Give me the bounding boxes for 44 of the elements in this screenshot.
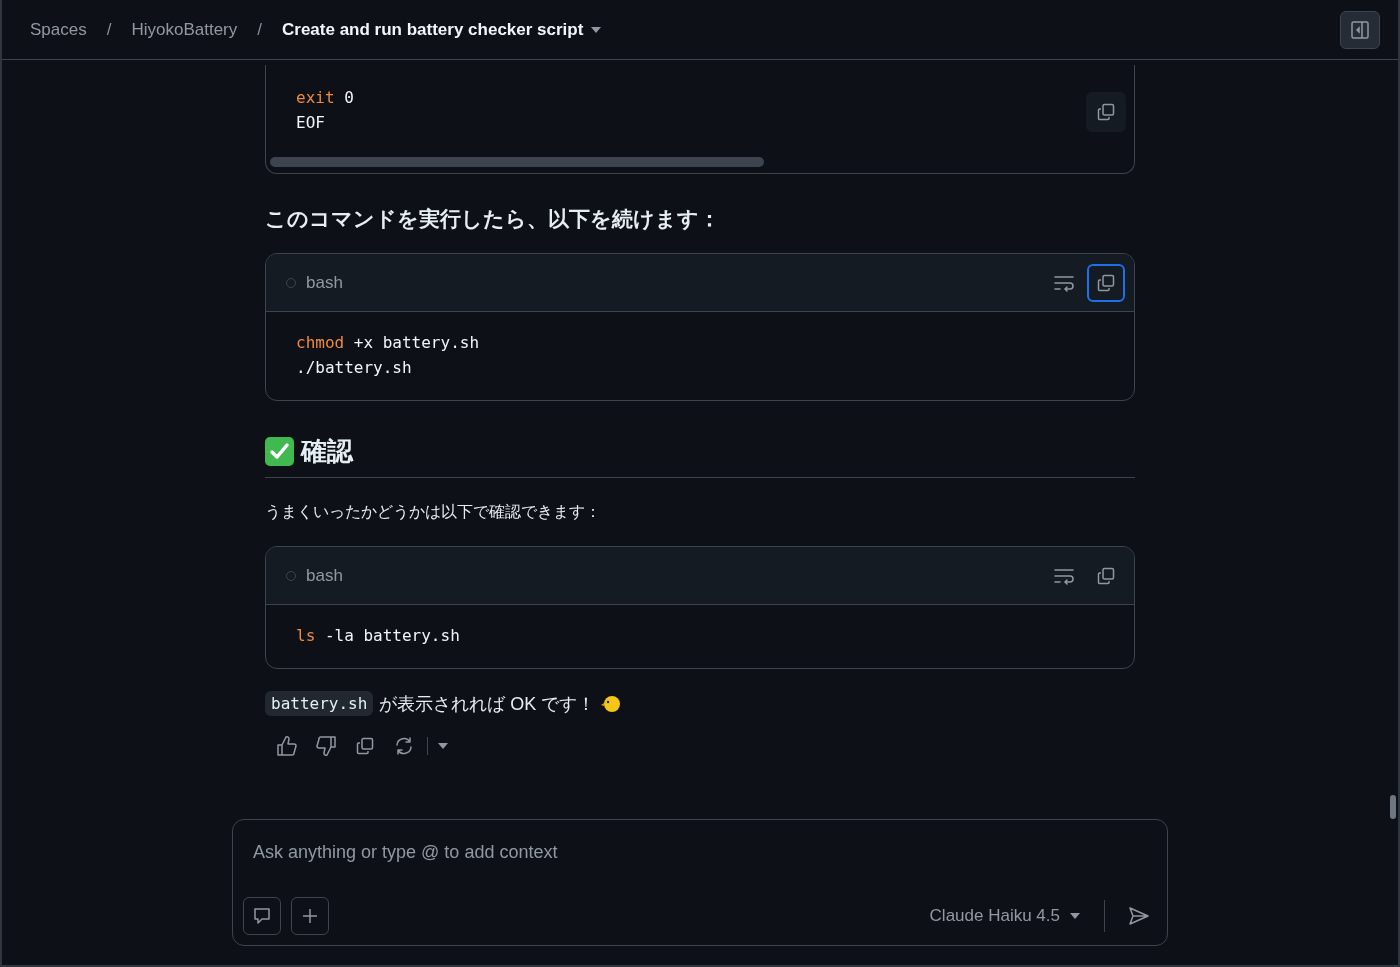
wrap-icon bbox=[1053, 273, 1075, 292]
thumbs-up-icon bbox=[276, 735, 298, 757]
copy-button[interactable] bbox=[1087, 263, 1125, 302]
result-text: が表示されれば OK です！ bbox=[379, 692, 596, 716]
chick-icon bbox=[601, 694, 622, 713]
send-icon bbox=[1128, 906, 1150, 926]
caret-icon bbox=[438, 743, 448, 749]
section-heading: 確認 bbox=[301, 435, 353, 468]
chat-input[interactable]: Ask anything or type @ to add context bbox=[243, 830, 863, 875]
model-selector[interactable]: Claude Haiku 4.5 bbox=[921, 906, 1088, 926]
refresh-icon bbox=[394, 736, 414, 756]
conversation-title[interactable]: Create and run battery checker script bbox=[282, 19, 584, 40]
code-line: ls -la battery.sh bbox=[296, 625, 460, 647]
code-line: chmod +x battery.sh bbox=[296, 332, 480, 354]
breadcrumb-link[interactable]: Spaces bbox=[30, 19, 87, 40]
sidebar-icon bbox=[1350, 19, 1370, 40]
caret-icon[interactable] bbox=[591, 26, 602, 33]
code-line: exit 0 bbox=[296, 87, 354, 109]
copy-icon bbox=[1096, 565, 1116, 586]
caret-icon bbox=[1070, 913, 1080, 919]
scrollbar-thumb[interactable] bbox=[1390, 795, 1396, 819]
breadcrumb-separator: / bbox=[106, 19, 112, 40]
language-label: bash bbox=[306, 272, 343, 293]
plus-icon bbox=[302, 908, 318, 924]
copy-icon bbox=[1096, 272, 1116, 293]
inline-code: battery.sh bbox=[265, 691, 374, 716]
breadcrumb-separator: / bbox=[257, 19, 262, 40]
paragraph: うまくいったかどうかは以下で確認できます： bbox=[265, 502, 602, 522]
code-line: EOF bbox=[296, 112, 325, 134]
thumbs-down-icon bbox=[315, 735, 337, 757]
panel-toggle-button[interactable] bbox=[1340, 10, 1380, 49]
breadcrumb-link[interactable]: HiyokoBattery bbox=[131, 19, 238, 40]
horizontal-scrollbar[interactable] bbox=[270, 157, 764, 167]
code-line: ./battery.sh bbox=[296, 357, 412, 379]
copy-icon bbox=[355, 736, 375, 756]
copy-button[interactable] bbox=[1086, 92, 1126, 132]
chat-mode-button[interactable] bbox=[243, 897, 281, 935]
lead-text: このコマンドを実行したら、以下を続けます： bbox=[265, 206, 721, 232]
check-icon bbox=[265, 436, 294, 466]
copy-icon bbox=[1096, 102, 1116, 122]
comment-icon bbox=[253, 907, 271, 925]
add-button[interactable] bbox=[291, 897, 329, 935]
wrap-icon bbox=[1053, 566, 1075, 585]
language-label: bash bbox=[306, 565, 343, 586]
